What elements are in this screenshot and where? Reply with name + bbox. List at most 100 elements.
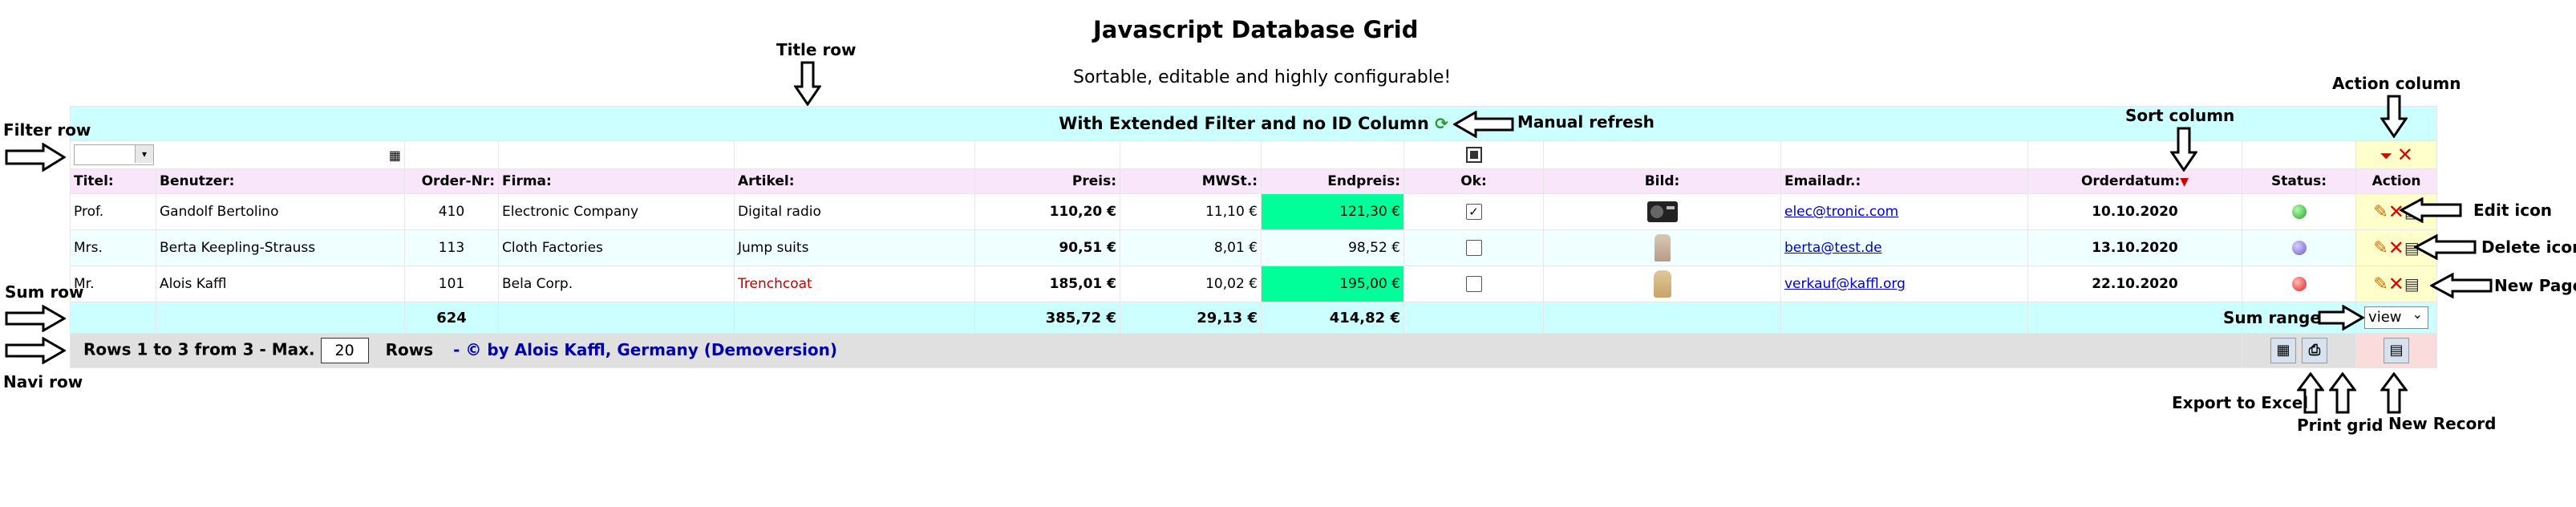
delete-icon[interactable]: ✕: [2388, 237, 2404, 259]
navi-prefix: Rows 1 to 3 from 3 - Max.: [83, 339, 315, 359]
col-header-firma[interactable]: Firma:: [498, 168, 735, 194]
ok-checkbox[interactable]: [1465, 276, 1482, 292]
database-grid: With Extended Filter and no ID Column ⟳ …: [69, 106, 2438, 368]
table-row[interactable]: Mrs. Berta Keepling-Strauss 113 Cloth Fa…: [70, 229, 2438, 266]
annotation-print-grid: Print grid: [2297, 416, 2384, 435]
calendar-filter-icon[interactable]: ▦: [389, 148, 401, 163]
filter-cell[interactable]: [2242, 140, 2356, 169]
ok-filter-toggle[interactable]: [1465, 147, 1482, 163]
filter-cell[interactable]: [1780, 140, 2028, 169]
cell-order[interactable]: 410: [404, 193, 499, 230]
col-header-benutzer[interactable]: Benutzer:: [156, 168, 405, 194]
cell-preis[interactable]: 110,20 €: [974, 193, 1120, 230]
col-header-mwst[interactable]: MWSt.:: [1120, 168, 1262, 194]
cell-order[interactable]: 113: [404, 229, 499, 266]
cell-firma[interactable]: Cloth Factories: [498, 229, 735, 266]
new-page-icon[interactable]: ▤: [2404, 274, 2420, 294]
cell-artikel[interactable]: Jump suits: [734, 229, 975, 266]
copyright-text: - © by Alois Kaffl, Germany (Demoversion…: [453, 339, 837, 359]
cell-benutzer[interactable]: Gandolf Bertolino: [156, 193, 405, 230]
cell-orderdatum[interactable]: 22.10.2020: [2027, 266, 2242, 302]
sum-mwst: 29,13 €: [1120, 302, 1262, 334]
col-header-bild[interactable]: Bild:: [1543, 168, 1781, 194]
new-record-button[interactable]: ▤: [2384, 338, 2410, 363]
cell-endpreis[interactable]: 121,30 €: [1261, 193, 1404, 230]
filter-cell[interactable]: [498, 140, 735, 169]
trenchcoat-image[interactable]: [1653, 270, 1671, 298]
col-header-endpreis[interactable]: Endpreis:: [1261, 168, 1404, 194]
cell-preis[interactable]: 90,51 €: [974, 229, 1120, 266]
table-row[interactable]: Mr. Alois Kaffl 101 Bela Corp. Trenchcoa…: [70, 266, 2438, 302]
cell-mwst[interactable]: 8,01 €: [1120, 229, 1262, 266]
col-header-orderdatum[interactable]: Orderdatum:▼: [2027, 168, 2242, 194]
col-header-status[interactable]: Status:: [2242, 168, 2356, 194]
col-header-preis[interactable]: Preis:: [974, 168, 1120, 194]
annotation-sum-range: Sum range: [2223, 308, 2321, 327]
annotation-sum-row: Sum row: [5, 282, 84, 302]
jumpsuit-image[interactable]: [1654, 234, 1671, 262]
cell-endpreis[interactable]: 195,00 €: [1261, 266, 1404, 302]
status-indicator-green: [2291, 205, 2307, 219]
email-link[interactable]: elec@tronic.com: [1784, 204, 1898, 220]
filter-icon[interactable]: ⏷: [2380, 146, 2392, 165]
chevron-down-icon: ▾: [135, 145, 153, 163]
filter-cell[interactable]: [2027, 140, 2242, 169]
annotation-navi-row: Navi row: [3, 372, 83, 391]
cell-artikel[interactable]: Digital radio: [734, 193, 975, 230]
annotation-new-page: New Page: [2494, 276, 2576, 295]
col-header-ok[interactable]: Ok:: [1403, 168, 1544, 194]
arrow-up-icon: [2329, 372, 2356, 414]
sum-range-select[interactable]: view: [2364, 304, 2429, 329]
orderdatum-label: Orderdatum:: [2080, 173, 2181, 189]
max-rows-input[interactable]: 20: [320, 338, 369, 363]
filter-cell[interactable]: [974, 140, 1120, 169]
edit-icon[interactable]: ✎: [2373, 202, 2388, 222]
ok-checkbox[interactable]: ✓: [1465, 204, 1482, 220]
refresh-icon[interactable]: ⟳: [1435, 114, 1448, 133]
edit-icon[interactable]: ✎: [2373, 274, 2388, 294]
header-row: Titel: Benutzer: Order-Nr: Firma: Artike…: [70, 168, 2438, 194]
clear-filter-icon[interactable]: ✕: [2397, 144, 2413, 166]
delete-icon[interactable]: ✕: [2388, 273, 2404, 295]
col-header-order[interactable]: Order-Nr:: [404, 168, 499, 194]
edit-icon[interactable]: ✎: [2373, 238, 2388, 258]
cell-mwst[interactable]: 11,10 €: [1120, 193, 1262, 230]
cell-endpreis[interactable]: 98,52 €: [1261, 229, 1404, 266]
arrow-left-icon: [2400, 197, 2462, 223]
sum-order: 624: [404, 302, 499, 334]
email-link[interactable]: verkauf@kaffl.org: [1784, 276, 1906, 292]
cell-firma[interactable]: Bela Corp.: [498, 266, 735, 302]
filter-cell[interactable]: [1261, 140, 1404, 169]
cell-firma[interactable]: Electronic Company: [498, 193, 735, 230]
radio-image[interactable]: [1646, 201, 1678, 222]
cell-benutzer[interactable]: Berta Keepling-Strauss: [156, 229, 405, 266]
navi-suffix: Rows: [385, 339, 434, 359]
filter-cell[interactable]: [404, 140, 499, 169]
titel-filter-select[interactable]: ▾: [74, 144, 154, 165]
filter-cell[interactable]: [1120, 140, 1262, 169]
cell-orderdatum[interactable]: 13.10.2020: [2027, 229, 2242, 266]
cell-titel[interactable]: Prof.: [70, 193, 156, 230]
annotation-filter-row: Filter row: [3, 120, 91, 140]
annotation-new-record: New Record: [2388, 414, 2497, 433]
annotation-edit-icon: Edit icon: [2473, 201, 2553, 220]
export-excel-button[interactable]: ▦: [2270, 338, 2297, 363]
cell-mwst[interactable]: 10,02 €: [1120, 266, 1262, 302]
ok-checkbox[interactable]: [1465, 240, 1482, 256]
cell-artikel[interactable]: Trenchcoat: [734, 266, 975, 302]
arrow-down-icon: [794, 61, 821, 106]
col-header-artikel[interactable]: Artikel:: [734, 168, 975, 194]
email-link[interactable]: berta@test.de: [1784, 240, 1882, 256]
page-title: Javascript Database Grid: [1093, 16, 1419, 43]
cell-orderdatum[interactable]: 10.10.2020: [2027, 193, 2242, 230]
filter-cell[interactable]: [734, 140, 975, 169]
table-row[interactable]: Prof. Gandolf Bertolino 410 Electronic C…: [70, 193, 2438, 230]
print-grid-button[interactable]: ⎙: [2301, 338, 2327, 363]
col-header-email[interactable]: Emailadr.:: [1780, 168, 2028, 194]
cell-preis[interactable]: 185,01 €: [974, 266, 1120, 302]
cell-titel[interactable]: Mrs.: [70, 229, 156, 266]
col-header-titel[interactable]: Titel:: [70, 168, 156, 194]
cell-benutzer[interactable]: Alois Kaffl: [156, 266, 405, 302]
filter-cell[interactable]: [1543, 140, 1781, 169]
cell-order[interactable]: 101: [404, 266, 499, 302]
